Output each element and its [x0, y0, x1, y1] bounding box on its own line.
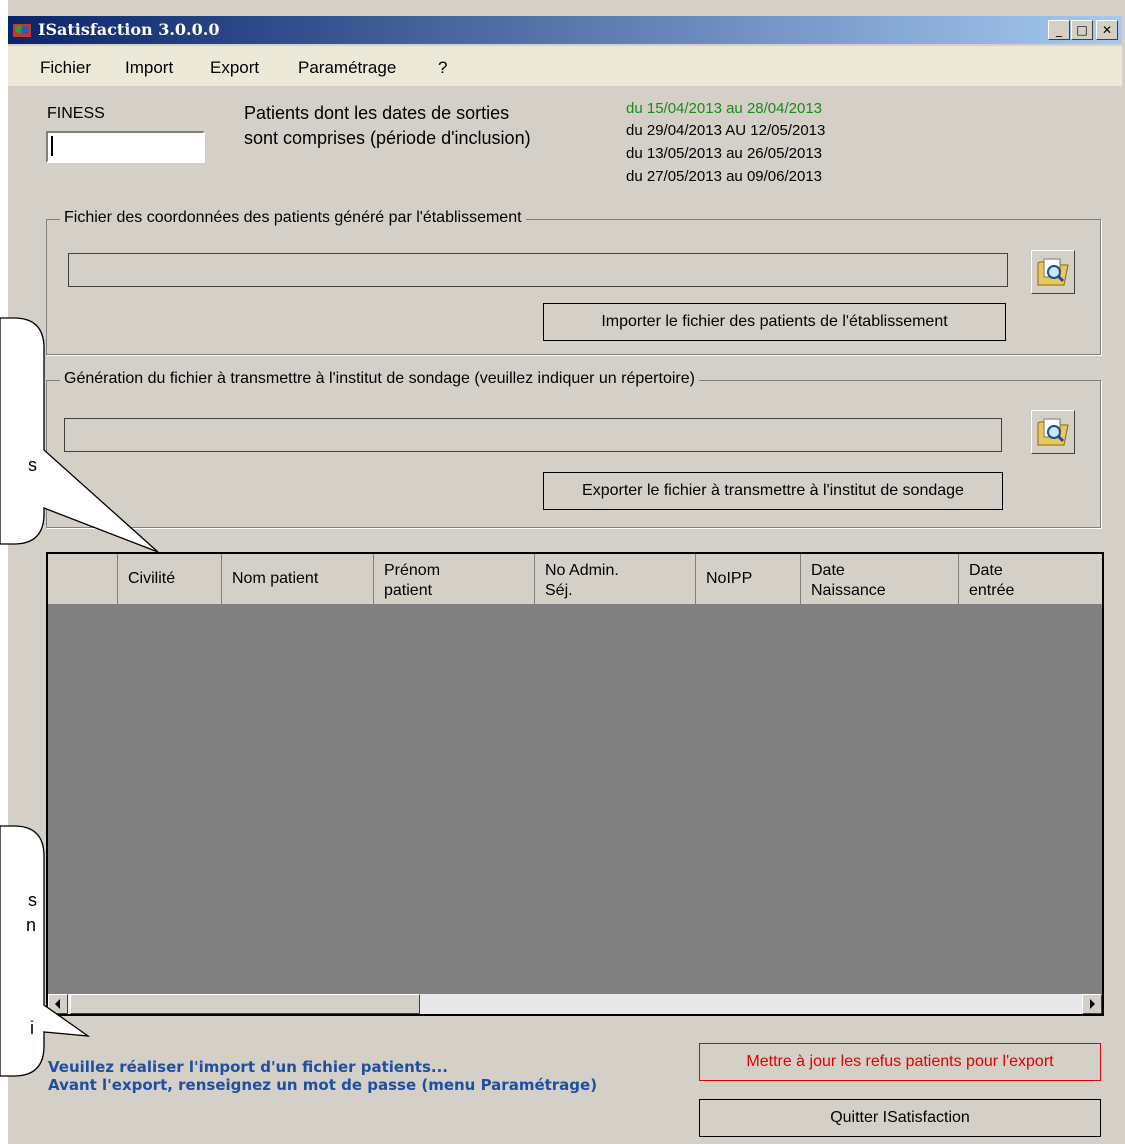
- callout-text-fragment: n: [26, 915, 37, 935]
- callout-text-fragment: s: [28, 455, 37, 475]
- callout-text-fragment: i: [30, 1018, 34, 1038]
- callout-text-fragment: s: [28, 890, 37, 910]
- callout-overlay: [0, 317, 159, 1077]
